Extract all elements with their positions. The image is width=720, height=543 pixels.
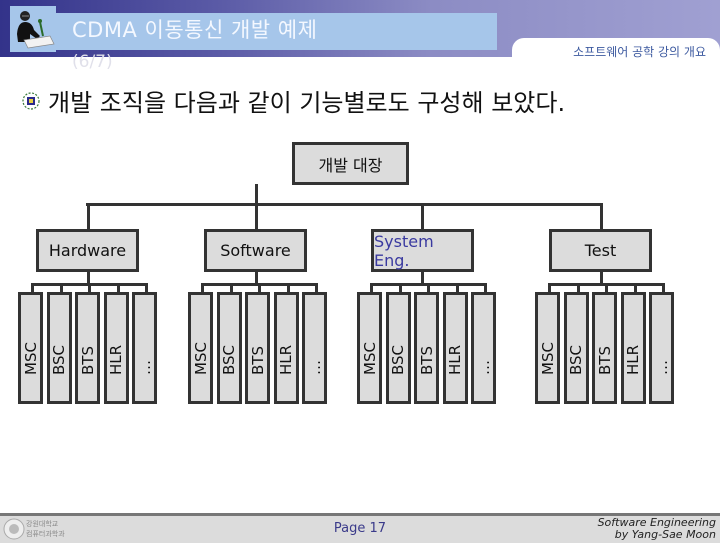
slide-heading: 개발 조직을 다음과 같이 기능별로도 구성해 보았다.	[48, 89, 566, 117]
unit-box: MSC	[357, 292, 382, 404]
connector	[255, 184, 258, 204]
unit-box: MSC	[535, 292, 560, 404]
unit-box: …	[471, 292, 496, 404]
root-box: 개발 대장	[292, 142, 409, 185]
unit-box: …	[132, 292, 157, 404]
unit-label: HLR	[107, 344, 125, 375]
unit-label: MSC	[21, 342, 40, 375]
unit-label: …	[474, 360, 493, 375]
group-label: System Eng.	[374, 231, 434, 270]
unit-label: BSC	[389, 344, 407, 375]
group-label: Hardware	[48, 241, 127, 260]
unit-box: BTS	[414, 292, 439, 404]
unit-label: …	[305, 360, 324, 375]
unit-box: BSC	[563, 292, 589, 404]
root-label: 개발 대장	[318, 155, 383, 175]
footer-bar: 강원대학교 컴퓨터과학과 Page 17 Software Engineerin…	[0, 513, 720, 543]
unit-label: BTS	[78, 346, 97, 375]
group-box: System Eng.	[371, 229, 474, 272]
unit-label: …	[652, 360, 671, 375]
unit-box: MSC	[18, 292, 43, 404]
unit-label: MSC	[191, 342, 210, 375]
unit-box: …	[649, 292, 674, 404]
unit-box: HLR	[103, 292, 129, 404]
group-label: Software	[220, 241, 291, 260]
unit-box: BSC	[385, 292, 411, 404]
credit-line-2: by Yang-Sae Moon	[614, 528, 716, 541]
unit-label: HLR	[277, 344, 295, 375]
unit-label: BTS	[595, 346, 614, 375]
unit-box: BSC	[216, 292, 242, 404]
teacher-at-desk-icon	[10, 6, 56, 52]
group-label: Test	[584, 241, 617, 260]
unit-box: HLR	[273, 292, 299, 404]
unit-box: …	[302, 292, 327, 404]
unit-box: MSC	[188, 292, 213, 404]
unit-box: BSC	[46, 292, 72, 404]
slide-title-suffix: (6/7)	[72, 52, 113, 72]
unit-label: MSC	[538, 342, 557, 375]
ornament-bullet-icon	[22, 92, 40, 110]
unit-box: BTS	[592, 292, 617, 404]
unit-box: BTS	[75, 292, 100, 404]
unit-label: HLR	[446, 344, 464, 375]
course-label: 소프트웨어 공학 강의 개요	[573, 45, 706, 59]
course-tab: 소프트웨어 공학 강의 개요	[512, 38, 720, 61]
unit-label: BSC	[50, 344, 68, 375]
unit-box: BTS	[245, 292, 270, 404]
group-box: Test	[549, 229, 652, 272]
unit-label: BTS	[248, 346, 267, 375]
group-box: Hardware	[36, 229, 139, 272]
unit-label: BSC	[567, 344, 585, 375]
credit: Software Engineering by Yang-Sae Moon	[598, 517, 716, 541]
unit-label: MSC	[360, 342, 379, 375]
slide-title: CDMA 이동통신 개발 예제	[72, 18, 318, 42]
unit-box: HLR	[442, 292, 468, 404]
unit-label: BSC	[220, 344, 238, 375]
unit-label: HLR	[624, 344, 642, 375]
unit-box: HLR	[620, 292, 646, 404]
group-box: Software	[204, 229, 307, 272]
unit-label: …	[135, 360, 154, 375]
unit-label: BTS	[417, 346, 436, 375]
connector	[86, 203, 602, 206]
